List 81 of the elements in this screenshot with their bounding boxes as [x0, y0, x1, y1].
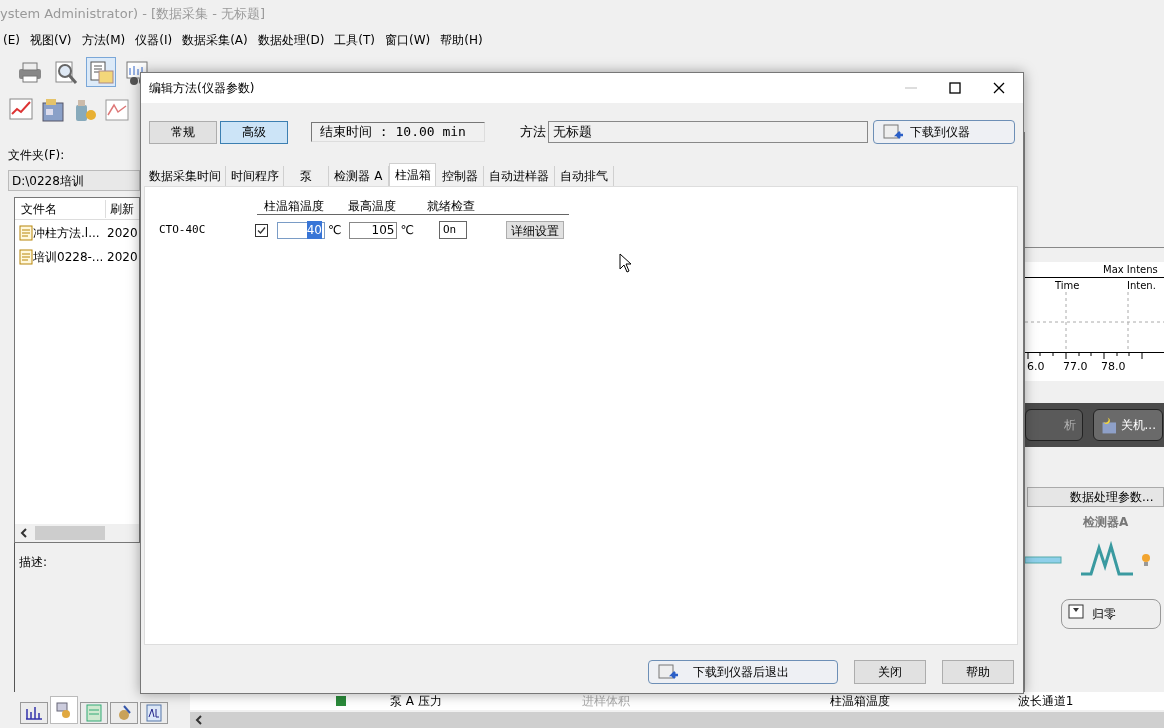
- method-file-icon: [19, 225, 33, 241]
- method-file-icon: [19, 249, 33, 265]
- panel-tab[interactable]: [140, 702, 168, 724]
- mode-tab[interactable]: 高级: [220, 120, 288, 144]
- status-square-icon: [336, 696, 346, 706]
- maximize-icon[interactable]: [947, 80, 963, 96]
- column-label: Inten.: [1127, 279, 1156, 293]
- checkbox[interactable]: [255, 223, 268, 237]
- horizontal-scrollbar[interactable]: [190, 712, 1164, 728]
- end-time-field: 结束时间 : 10.00 min: [311, 122, 485, 142]
- tick-label: 78.0: [1101, 359, 1127, 375]
- menu-item[interactable]: 数据处理(D): [254, 31, 328, 49]
- method-name-field[interactable]: 无标题: [548, 121, 868, 143]
- download-and-exit-button[interactable]: 下载到仪器后退出: [648, 659, 838, 684]
- search-icon[interactable]: [52, 59, 78, 85]
- panel-tab[interactable]: [80, 702, 108, 724]
- panel-tab[interactable]: [50, 696, 78, 724]
- unit-label: ℃: [400, 222, 414, 239]
- panel-tab[interactable]: [110, 702, 138, 724]
- tick-label: 6.0: [1026, 359, 1046, 375]
- menu-item[interactable]: 方法(M): [78, 31, 129, 49]
- folder-label: 文件夹(F):: [7, 147, 66, 164]
- column-header: 柱温箱温度: [264, 198, 325, 214]
- scroll-left-icon[interactable]: [194, 715, 204, 725]
- path-field[interactable]: D:\0228培训: [8, 170, 140, 191]
- chart-header: Max Intens: [1102, 263, 1159, 277]
- dialog-button[interactable]: 关闭: [854, 659, 926, 684]
- menu-item[interactable]: 仪器(I): [132, 31, 176, 49]
- column-header: 最高温度: [348, 198, 397, 214]
- instrument-button[interactable]: 关机...: [1093, 409, 1163, 441]
- tick-label: 77.0: [1063, 359, 1089, 375]
- status-label: 进样体积: [581, 693, 630, 710]
- detail-settings-button[interactable]: 详细设置: [505, 221, 564, 239]
- file-date: 2020: [106, 249, 138, 266]
- column-header[interactable]: 刷新: [105, 199, 134, 218]
- file-date: 2020: [106, 225, 138, 242]
- close-icon[interactable]: [991, 80, 1007, 96]
- menu-item[interactable]: 工具(T): [331, 31, 379, 49]
- menu-item[interactable]: 数据采集(A): [179, 31, 251, 49]
- level-bar-icon: [1025, 556, 1063, 564]
- instrument-name: CTO-40C: [159, 221, 207, 238]
- column-label: Time: [1055, 279, 1081, 293]
- line-chart-icon[interactable]: [8, 97, 34, 123]
- menu-item[interactable]: 帮助(H): [437, 31, 486, 49]
- max-temperature-field[interactable]: 105: [349, 221, 398, 239]
- documents-icon[interactable]: [88, 59, 114, 85]
- temperature-field[interactable]: 40: [277, 221, 325, 239]
- description-label: 描述:: [19, 555, 48, 569]
- menu-item[interactable]: 视图(V): [26, 31, 75, 49]
- column-header[interactable]: 文件名: [15, 199, 105, 218]
- ready-check-field[interactable]: On: [438, 221, 467, 239]
- menu-item[interactable]: (E): [0, 31, 23, 49]
- dialog-button[interactable]: 帮助: [942, 659, 1014, 684]
- printer-icon[interactable]: [16, 59, 42, 85]
- status-label: 柱温箱温度: [829, 693, 890, 710]
- column-header: 就绪检查: [427, 198, 475, 214]
- method-tab[interactable]: 柱温箱: [389, 163, 436, 186]
- zero-button[interactable]: 归零: [1061, 599, 1161, 629]
- instrument-download-icon: [882, 123, 904, 141]
- detector-label: 检测器A: [1082, 514, 1130, 531]
- scroll-left-icon[interactable]: [19, 528, 29, 538]
- mode-tab[interactable]: 常规: [149, 120, 217, 144]
- bulb-icon: [1141, 552, 1151, 568]
- horizontal-scrollbar[interactable]: [15, 524, 139, 542]
- method-label: 方法: [520, 123, 546, 142]
- window-title: ystem Administrator) - [数据采集 - 无标题]: [0, 5, 267, 23]
- file-name[interactable]: 冲柱方法.l...: [33, 224, 105, 242]
- panel-tab[interactable]: [20, 702, 48, 724]
- unit-label: ℃: [328, 222, 342, 239]
- instrument-icon[interactable]: [40, 97, 66, 123]
- panel-icon: [84, 703, 104, 723]
- file-name[interactable]: 培训0228-...: [33, 248, 105, 266]
- data-processing-button[interactable]: 数据处理参数...: [1027, 487, 1164, 507]
- wave-icon[interactable]: [104, 97, 130, 123]
- dialog-title: 编辑方法(仪器参数): [148, 80, 255, 97]
- cursor-icon: [619, 253, 633, 273]
- status-label: 泵 A 压力: [390, 693, 442, 710]
- status-label: 波长通道1: [1017, 693, 1074, 710]
- instrument-download-icon: [657, 662, 679, 681]
- menu-item[interactable]: 窗口(W): [382, 31, 434, 49]
- download-button[interactable]: 下载到仪器: [873, 120, 1015, 144]
